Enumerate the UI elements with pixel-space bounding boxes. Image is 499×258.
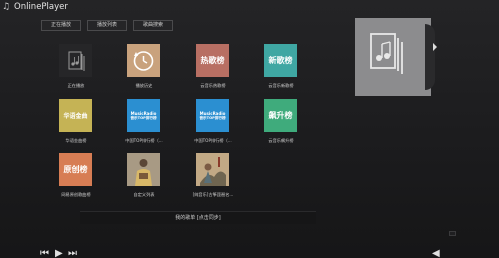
tile-custom-list[interactable]: 自定义列表 (127, 153, 163, 197)
tile-new-songs[interactable]: 新歌榜 云音乐新歌榜 (264, 44, 300, 88)
tile-guzheng[interactable]: [纯音乐]古筝琵琶名... (193, 153, 233, 197)
collapse-button[interactable] (449, 231, 456, 236)
playback-controls: ⏮ ▶ ⏭ ◀ (0, 249, 499, 258)
title-bar: ♫ OnlinePlayer (0, 0, 499, 14)
sync-playlists-button[interactable]: 我的歌单 [点击同步] (80, 211, 316, 224)
tile-cover: 原创榜 (59, 153, 92, 186)
tile-now-playing[interactable]: 正在播放 (59, 44, 95, 88)
volume-icon[interactable]: ◀ (432, 249, 440, 258)
tab-bar: 正在播放 播放列表 歌曲搜索 (41, 20, 173, 31)
tile-caption: 云音乐飙升榜 (268, 138, 294, 143)
tile-cover (59, 44, 92, 77)
app-title: OnlinePlayer (14, 2, 68, 12)
clock-history-icon (133, 51, 154, 71)
tile-cover (196, 153, 229, 186)
music-document-icon (68, 51, 85, 71)
cover-title: 原创榜 (63, 165, 88, 174)
tile-caption: 自定义列表 (133, 192, 155, 197)
tab-playlist[interactable]: 播放列表 (87, 20, 127, 31)
tile-caption: 华语金曲榜 (65, 138, 87, 143)
tile-cover: MusicRadio 音乐TOP排行榜 (196, 99, 229, 132)
expand-arrow-icon[interactable] (433, 43, 437, 51)
tile-caption: [纯音乐]古筝琵琶名... (192, 192, 234, 197)
tab-now-playing[interactable]: 正在播放 (41, 20, 81, 31)
tile-cover: 飙升榜 (264, 99, 297, 132)
cover-title: 华语金曲 (63, 113, 88, 120)
player-window: ♫ OnlinePlayer 正在播放 播放列表 歌曲搜索 正在播放 播放历史 … (0, 0, 499, 258)
cover-title: 新歌榜 (268, 56, 293, 65)
tile-play-history[interactable]: 播放历史 (127, 44, 163, 88)
tile-cover: MusicRadio 音乐TOP排行榜 (127, 99, 160, 132)
tile-hot-songs[interactable]: 热歌榜 云音乐热歌榜 (196, 44, 232, 88)
cover-title: 热歌榜 (200, 56, 225, 65)
tile-cover (127, 153, 160, 186)
brand-line-2: 音乐TOP排行榜 (199, 115, 226, 120)
cover-title: 飙升榜 (268, 111, 293, 120)
play-icon[interactable]: ▶ (55, 249, 63, 258)
tile-cover: 华语金曲 (59, 99, 92, 132)
previous-icon[interactable]: ⏮ (40, 249, 49, 258)
next-icon[interactable]: ⏭ (68, 249, 77, 258)
tile-caption: 播放历史 (135, 83, 153, 88)
tile-cover: 新歌榜 (264, 44, 297, 77)
cover-brand: MusicRadio 音乐TOP排行榜 (127, 99, 160, 132)
cover-brand: MusicRadio 音乐TOP排行榜 (196, 99, 229, 132)
tile-china-top-2[interactable]: MusicRadio 音乐TOP排行榜 中国TOP排行榜（... (194, 99, 232, 143)
tile-caption: 云音乐新歌榜 (268, 83, 294, 88)
tile-caption: 中国TOP排行榜（... (194, 138, 232, 143)
tile-soaring[interactable]: 飙升榜 云音乐飙升榜 (264, 99, 300, 143)
now-playing-cover (355, 18, 437, 96)
music-note-icon: ♫ (2, 1, 11, 12)
tile-caption: 网易原创歌曲榜 (61, 192, 91, 197)
music-document-icon (370, 33, 403, 74)
brand-line-2: 音乐TOP排行榜 (130, 115, 157, 120)
tab-song-search[interactable]: 歌曲搜索 (133, 20, 173, 31)
tile-caption: 云音乐热歌榜 (200, 83, 226, 88)
tile-cover (127, 44, 160, 77)
tile-caption: 中国TOP排行榜（... (125, 138, 163, 143)
tile-original[interactable]: 原创榜 网易原创歌曲榜 (59, 153, 95, 197)
disc-edge (425, 24, 435, 90)
tile-chinese-hits[interactable]: 华语金曲 华语金曲榜 (59, 99, 95, 143)
tile-caption: 正在播放 (67, 83, 85, 88)
painting-cover-icon (196, 153, 229, 186)
tile-cover: 热歌榜 (196, 44, 229, 77)
person-cover-icon (127, 153, 160, 186)
tile-china-top-1[interactable]: MusicRadio 音乐TOP排行榜 中国TOP排行榜（... (125, 99, 163, 143)
